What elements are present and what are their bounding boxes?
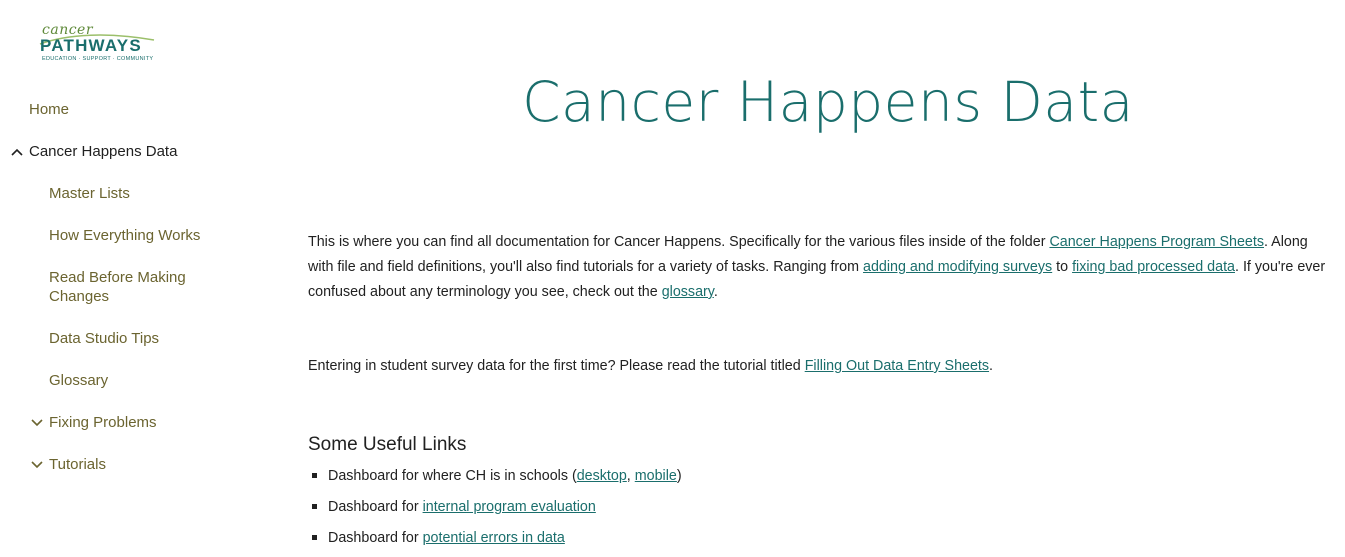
list-item: Dashboard for where CH is in schools (de… [308,464,682,495]
sidebar: cancer PATHWAYS EDUCATION · SUPPORT · CO… [0,0,260,556]
link-internal-program-evaluation[interactable]: internal program evaluation [423,499,596,515]
list-item-separator: , [626,468,635,484]
list-item-text: Dashboard for [328,499,423,515]
link-potential-errors-in-data[interactable]: potential errors in data [423,530,565,546]
nav-item-tutorials[interactable]: Tutorials [49,455,106,474]
intro-text: This is where you can find all documenta… [308,234,1050,250]
nav-item-label-line2: Changes [49,288,110,305]
entering-data-paragraph: Entering in student survey data for the … [308,354,1328,379]
intro-text: . [713,284,718,300]
chevron-up-icon[interactable] [10,145,24,159]
link-program-sheets[interactable]: Cancer Happens Program Sheets [1049,234,1264,250]
nav-item-home[interactable]: Home [29,100,69,119]
nav-item-data-studio-tips[interactable]: Data Studio Tips [49,329,159,348]
nav-item-how-everything-works[interactable]: How Everything Works [49,226,200,245]
page-title: Cancer Happens Data [522,70,1134,134]
cancer-pathways-logo[interactable]: cancer PATHWAYS EDUCATION · SUPPORT · CO… [38,22,158,66]
nav-item-glossary[interactable]: Glossary [49,371,108,390]
list-item-text: Dashboard for [328,530,423,546]
link-glossary[interactable]: glossary [662,284,714,300]
nav-item-fixing-problems[interactable]: Fixing Problems [49,413,157,432]
intro-paragraph: This is where you can find all documenta… [308,230,1328,305]
nav-item-read-before-making-changes[interactable]: Read Before Making Changes [49,268,186,306]
link-fixing-bad-data[interactable]: fixing bad processed data [1072,259,1235,275]
bullet-icon [312,504,317,509]
useful-links-list: Dashboard for where CH is in schools (de… [308,464,682,557]
useful-links-heading: Some Useful Links [308,434,467,455]
bullet-icon [312,473,317,478]
intro-text: to [1052,259,1073,275]
link-filling-out-data-entry-sheets[interactable]: Filling Out Data Entry Sheets [805,358,989,374]
entering-text: . [989,358,994,374]
nav-item-label-line1: Read Before Making [49,269,186,286]
logo-wordmark: PATHWAYS [40,36,142,55]
nav-item-cancer-happens-data[interactable]: Cancer Happens Data [29,142,177,161]
link-desktop[interactable]: desktop [577,468,627,484]
link-adding-modifying-surveys[interactable]: adding and modifying surveys [863,259,1052,275]
chevron-down-icon[interactable] [30,458,44,472]
list-item: Dashboard for internal program evaluatio… [308,495,682,526]
bullet-icon [312,535,317,540]
logo-tagline: EDUCATION · SUPPORT · COMMUNITY [42,56,154,62]
link-mobile[interactable]: mobile [635,468,677,484]
nav-item-master-lists[interactable]: Master Lists [49,184,130,203]
entering-text: Entering in student survey data for the … [308,358,805,374]
list-item-text: ) [676,468,682,484]
list-item: Dashboard for potential errors in data [308,526,682,557]
list-item-text: Dashboard for where CH is in schools ( [328,468,577,484]
chevron-down-icon[interactable] [30,416,44,430]
